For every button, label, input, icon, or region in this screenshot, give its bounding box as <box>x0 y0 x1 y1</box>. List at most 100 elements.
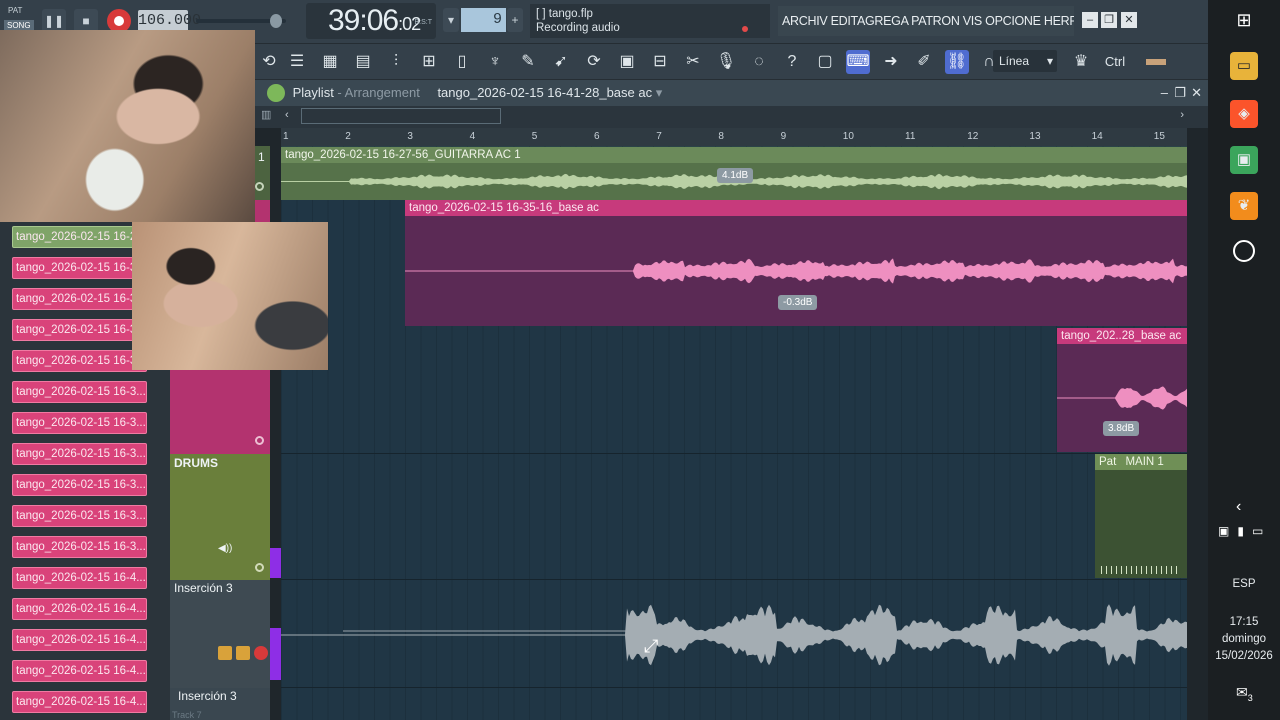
track-led-icon[interactable] <box>255 182 264 191</box>
playlist-pattern-selector[interactable]: tango_2026-02-15 16-41-28_base ac <box>437 85 652 100</box>
arm-record-icon[interactable] <box>254 646 268 660</box>
undo-tool[interactable]: ⟲ <box>257 50 281 74</box>
browser-clip-item[interactable]: tango_2026-02-15 16-2 <box>12 226 147 248</box>
android-app-icon[interactable]: ▣ <box>1230 146 1258 174</box>
track-header-drums[interactable]: DRUMS ◀)) <box>170 454 270 580</box>
help-tool[interactable]: ? <box>780 50 804 74</box>
obs-recording-icon[interactable] <box>1233 240 1255 262</box>
audio-clip-guitarra[interactable]: tango_2026-02-15 16-27-56_GUITARRA AC 1 … <box>281 147 1187 200</box>
master-volume-slider[interactable] <box>196 14 286 28</box>
save-tool[interactable]: ▣ <box>615 50 639 74</box>
track-7-label: Track 7 <box>172 710 202 720</box>
language-indicator[interactable]: ESP <box>1208 578 1280 590</box>
channel-rack-tool[interactable]: ▤ <box>351 50 375 74</box>
pattern-title-2: MAIN 1 <box>1125 456 1164 468</box>
pattern-clip-main[interactable]: Pat MAIN 1 <box>1095 454 1187 578</box>
pat-label[interactable]: PAT <box>8 6 22 15</box>
tempo-display[interactable]: 106.000 <box>138 10 201 32</box>
fx-icon[interactable] <box>218 646 232 660</box>
link-tool[interactable]: ⛓ <box>945 50 969 74</box>
minimize-button[interactable]: – <box>1082 12 1098 28</box>
scroll-left-icon[interactable]: ‹ <box>285 109 289 121</box>
clock-time[interactable]: 17:15 <box>1208 616 1280 628</box>
audio-clip-base-1[interactable]: tango_2026-02-15 16-35-16_base ac -0.3dB <box>405 200 1187 326</box>
browser-clip-item[interactable]: tango_2026-02-15 16-3 <box>12 257 147 279</box>
mixer-view-tool[interactable]: ⫶ <box>384 50 408 74</box>
color-picker[interactable] <box>1137 50 1175 74</box>
notification-count: 3 <box>1247 692 1253 703</box>
refresh-tool[interactable]: ⟳ <box>582 50 606 74</box>
chevron-down-icon: ▾ <box>1046 54 1053 68</box>
browser-clip-item[interactable]: tango_2026-02-15 16-4... <box>12 567 147 589</box>
chat-tool[interactable]: ◌ <box>747 50 771 74</box>
maximize-button[interactable]: ❐ <box>1101 12 1117 28</box>
windows-start-icon[interactable]: ⊞ <box>1230 6 1258 34</box>
browser-clip-item[interactable]: tango_2026-02-15 16-3... <box>12 443 147 465</box>
mixer-tool[interactable]: ☰ <box>285 50 309 74</box>
pattern-add-button[interactable]: + <box>507 8 523 32</box>
window-icon: ▢ <box>817 53 833 70</box>
metronome-tool[interactable]: ♛ <box>1069 50 1093 74</box>
snap-dropdown[interactable]: Línea ▾ <box>993 50 1057 72</box>
browser-tool[interactable]: ⊞ <box>417 50 441 74</box>
playlist-maximize-button[interactable]: ❐ <box>1174 80 1186 106</box>
track-led-icon[interactable] <box>255 436 264 445</box>
track-led-icon[interactable] <box>255 563 264 572</box>
browser-clip-item[interactable]: tango_2026-02-15 16-4... <box>12 629 147 651</box>
browser-clip-item[interactable]: tango_2026-02-15 16-3... <box>12 505 147 527</box>
window-tool[interactable]: ▢ <box>813 50 837 74</box>
keyboard-tool[interactable]: ⌨ <box>846 50 870 74</box>
speaker-icon[interactable]: ◀)) <box>218 543 232 554</box>
timeline-ruler[interactable]: 1 2 3 4 5 6 7 8 9 10 11 12 13 14 15 <box>281 128 1187 146</box>
project-tool[interactable]: ▯ <box>450 50 474 74</box>
brave-browser-icon[interactable]: ◈ <box>1230 100 1258 128</box>
playlist-minimize-button[interactable]: – <box>1161 80 1168 106</box>
close-button[interactable]: ✕ <box>1121 12 1137 28</box>
track-lane-drums[interactable] <box>281 454 1187 580</box>
browser-clip-item[interactable]: tango_2026-02-15 16-4... <box>12 598 147 620</box>
browser-clip-item[interactable]: tango_2026-02-15 16-3 <box>12 350 147 372</box>
cut-tool[interactable]: ✂ <box>681 50 705 74</box>
browser-clip-item[interactable]: tango_2026-02-15 16-4... <box>12 660 147 682</box>
browser-clip-item[interactable]: tango_2026-02-15 16-3 <box>12 319 147 341</box>
playlist-header: Playlist - Arrangement tango_2026-02-15 … <box>255 80 1208 106</box>
mic-tool[interactable]: 🎙 <box>714 50 738 74</box>
pattern-number[interactable]: 9 <box>461 8 506 32</box>
pencil-tool[interactable]: ✐ <box>912 50 936 74</box>
monitor-icon[interactable] <box>236 646 250 660</box>
chevron-left-icon[interactable]: ‹ <box>1236 498 1241 516</box>
render-tool[interactable]: ⊟ <box>648 50 672 74</box>
song-time-display[interactable]: 39:06:02 B:S:T <box>306 3 436 39</box>
scroll-right-icon[interactable]: › <box>1180 109 1184 121</box>
plugin-tool[interactable]: ♆ <box>483 50 507 74</box>
fl-studio-icon[interactable]: ❦ <box>1230 192 1258 220</box>
track-header-insercion[interactable]: Inserción 3 <box>170 580 270 688</box>
pause-icon: ❚❚ <box>43 14 65 28</box>
ctrl-button[interactable]: Ctrl <box>1101 50 1129 74</box>
clip-title: Pat MAIN 1 <box>1095 454 1187 470</box>
browser-clip-item[interactable]: tango_2026-02-15 16-3... <box>12 412 147 434</box>
audio-clip-base-2[interactable]: tango_202..28_base ac 3.8dB <box>1057 328 1187 452</box>
volume-knob-handle[interactable] <box>270 14 282 28</box>
paint-tool[interactable]: ➹ <box>549 50 573 74</box>
browser-clip-item[interactable]: tango_2026-02-15 16-3... <box>12 474 147 496</box>
arrow-tool[interactable]: ➜ <box>879 50 903 74</box>
piano-roll-tool[interactable]: ▦ <box>318 50 342 74</box>
restore-icon: ❐ <box>1104 14 1114 26</box>
playlist-mode[interactable]: Arrangement <box>345 85 420 100</box>
overview-handle[interactable] <box>301 108 501 124</box>
tray-icons[interactable]: ▣▮▭ <box>1218 524 1271 538</box>
brush-tool[interactable]: ✎ <box>516 50 540 74</box>
browser-clip-item[interactable]: tango_2026-02-15 16-3 <box>12 288 147 310</box>
pencil-icon: ✐ <box>917 53 931 70</box>
browser-clip-item[interactable]: tango_2026-02-15 16-3... <box>12 381 147 403</box>
file-explorer-icon[interactable]: ▭ <box>1230 52 1258 80</box>
playlist-overview-scrollbar[interactable]: ▥ ‹ › <box>255 106 1208 128</box>
pattern-dropdown-button[interactable]: ▾ <box>443 8 459 32</box>
track-header-7[interactable]: Inserción 3 Track 7 <box>170 688 270 720</box>
main-menu[interactable]: ARCHIV EDITAGREGA PATRON VIS OPCIONE HER… <box>778 6 1074 36</box>
notification-icon[interactable]: ✉3 <box>1236 684 1253 703</box>
browser-clip-item[interactable]: tango_2026-02-15 16-4... <box>12 691 147 713</box>
browser-clip-item[interactable]: tango_2026-02-15 16-3... <box>12 536 147 558</box>
playlist-close-button[interactable]: ✕ <box>1191 80 1202 106</box>
